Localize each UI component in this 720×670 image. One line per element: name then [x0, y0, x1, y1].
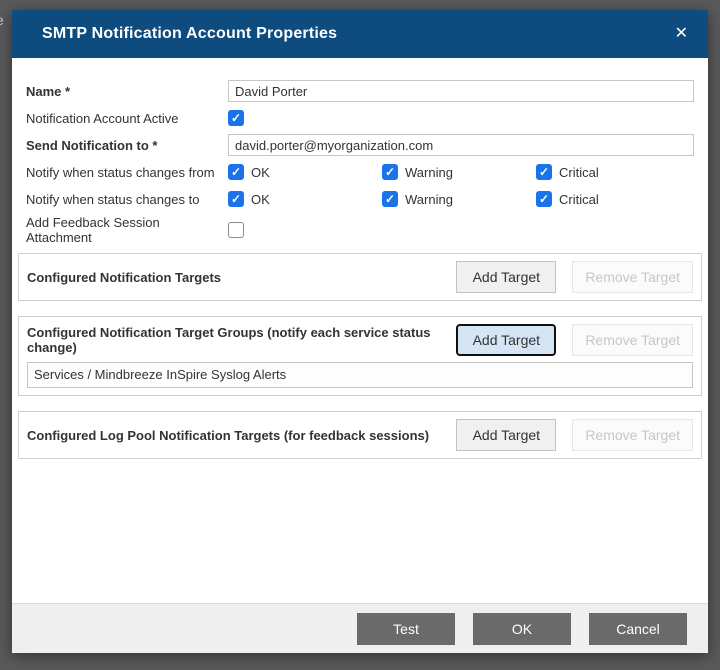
send-to-row: Send Notification to *: [26, 134, 694, 156]
account-active-row: Notification Account Active: [26, 107, 694, 129]
warning-label: Warning: [405, 165, 453, 180]
warning-checkbox[interactable]: [382, 164, 398, 180]
feedback-attachment-row: Add Feedback Session Attachment: [26, 215, 694, 245]
remove-target-button[interactable]: Remove Target: [572, 419, 693, 451]
cancel-button[interactable]: Cancel: [589, 613, 687, 645]
close-icon[interactable]: ✕: [675, 26, 688, 42]
notify-from-options: OK Warning Critical: [228, 164, 694, 180]
section-buttons: Add Target Remove Target: [456, 324, 693, 356]
notify-to-critical-option: Critical: [536, 191, 690, 207]
send-to-label: Send Notification to *: [26, 138, 228, 153]
notify-from-ok-option: OK: [228, 164, 382, 180]
name-input[interactable]: [228, 80, 694, 102]
dialog-header: SMTP Notification Account Properties ✕: [12, 10, 708, 58]
ok-label: OK: [251, 192, 270, 207]
name-row: Name *: [26, 80, 694, 102]
section-buttons: Add Target Remove Target: [456, 419, 693, 451]
critical-label: Critical: [559, 165, 599, 180]
notify-to-warning-option: Warning: [382, 191, 536, 207]
add-target-button[interactable]: Add Target: [456, 419, 556, 451]
send-to-input[interactable]: [228, 134, 694, 156]
add-target-button[interactable]: Add Target: [456, 261, 556, 293]
account-active-label: Notification Account Active: [26, 111, 228, 126]
notification-target-groups-section: Configured Notification Target Groups (n…: [18, 316, 702, 396]
notification-targets-title: Configured Notification Targets: [27, 270, 229, 285]
target-group-item[interactable]: Services / Mindbreeze InSpire Syslog Ale…: [27, 362, 693, 388]
notification-active-checkbox[interactable]: [228, 110, 244, 126]
section-header: Configured Notification Target Groups (n…: [27, 324, 693, 356]
warning-label: Warning: [405, 192, 453, 207]
name-label: Name *: [26, 84, 228, 99]
notify-to-ok-option: OK: [228, 191, 382, 207]
notify-from-critical-option: Critical: [536, 164, 690, 180]
feedback-attachment-label: Add Feedback Session Attachment: [26, 215, 228, 245]
dialog-body: Name * Notification Account Active Send …: [12, 58, 708, 603]
ok-checkbox[interactable]: [228, 191, 244, 207]
section-buttons: Add Target Remove Target: [456, 261, 693, 293]
notify-to-options: OK Warning Critical: [228, 191, 694, 207]
notification-targets-section: Configured Notification Targets Add Targ…: [18, 253, 702, 301]
form-area: Name * Notification Account Active Send …: [18, 80, 702, 245]
warning-checkbox[interactable]: [382, 191, 398, 207]
smtp-notification-dialog: SMTP Notification Account Properties ✕ N…: [12, 10, 708, 653]
notify-from-label: Notify when status changes from: [26, 165, 228, 180]
remove-target-button[interactable]: Remove Target: [572, 261, 693, 293]
critical-checkbox[interactable]: [536, 164, 552, 180]
notify-to-label: Notify when status changes to: [26, 192, 228, 207]
section-header: Configured Log Pool Notification Targets…: [27, 419, 693, 451]
critical-label: Critical: [559, 192, 599, 207]
dialog-title: SMTP Notification Account Properties: [42, 25, 337, 43]
ok-label: OK: [251, 165, 270, 180]
test-button[interactable]: Test: [357, 613, 455, 645]
background-page-fragment: e: [0, 12, 4, 28]
section-header: Configured Notification Targets Add Targ…: [27, 261, 693, 293]
critical-checkbox[interactable]: [536, 191, 552, 207]
notify-from-row: Notify when status changes from OK Warni…: [26, 161, 694, 183]
log-pool-targets-title: Configured Log Pool Notification Targets…: [27, 428, 437, 443]
add-target-button[interactable]: Add Target: [456, 324, 556, 356]
dialog-footer: Test OK Cancel: [12, 603, 708, 653]
notify-to-row: Notify when status changes to OK Warning…: [26, 188, 694, 210]
remove-target-button[interactable]: Remove Target: [572, 324, 693, 356]
feedback-attachment-checkbox[interactable]: [228, 222, 244, 238]
notification-target-groups-title: Configured Notification Target Groups (n…: [27, 325, 456, 355]
ok-button[interactable]: OK: [473, 613, 571, 645]
ok-checkbox[interactable]: [228, 164, 244, 180]
log-pool-targets-section: Configured Log Pool Notification Targets…: [18, 411, 702, 459]
notify-from-warning-option: Warning: [382, 164, 536, 180]
